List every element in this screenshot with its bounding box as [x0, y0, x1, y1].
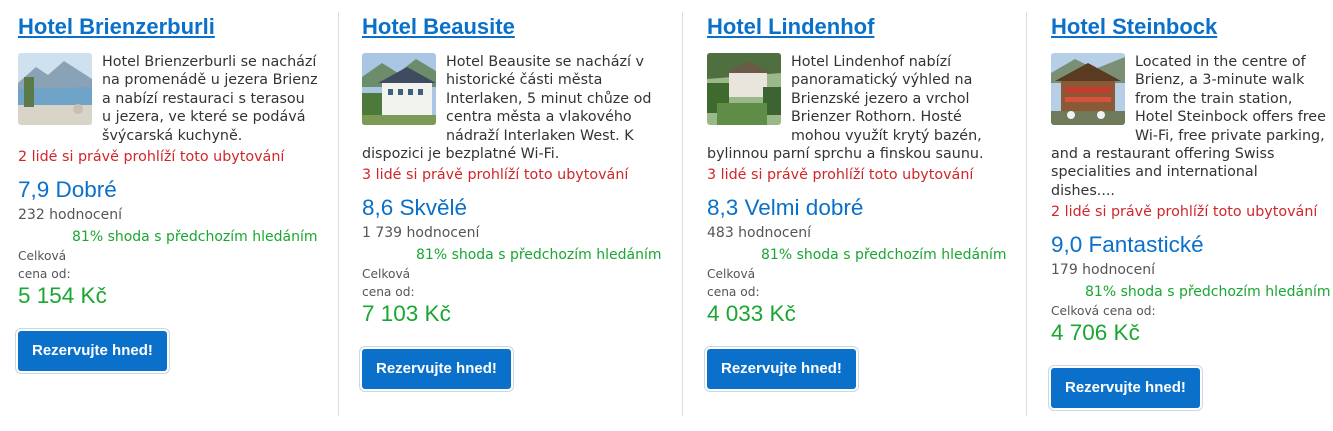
review-score: 7,9 Dobré [18, 177, 117, 203]
review-score: 9,0 Fantastické [1051, 232, 1204, 258]
hotel-title-link[interactable]: Hotel Lindenhof [707, 14, 874, 40]
hotel-thumbnail[interactable] [1051, 53, 1125, 125]
price-label: Celková cena od: [362, 267, 415, 300]
book-now-button[interactable]: Rezervujte hned! [1051, 368, 1200, 409]
price-value: 7 103 Kč [362, 301, 451, 327]
card-divider [338, 12, 339, 416]
viewers-notice: 2 lidé si právě prohlíží toto ubytování [1051, 204, 1318, 221]
review-count: 179 hodnocení [1051, 262, 1156, 279]
price-value: 4 706 Kč [1051, 320, 1140, 346]
book-now-button[interactable]: Rezervujte hned! [362, 349, 511, 390]
review-score: 8,6 Skvělé [362, 195, 468, 221]
book-now-button[interactable]: Rezervujte hned! [707, 349, 856, 390]
review-score: 8,3 Velmi dobré [707, 195, 864, 221]
hotel-thumbnail[interactable] [362, 53, 436, 125]
search-match: 81% shoda s předchozím hledáním [761, 247, 1007, 264]
book-now-button[interactable]: Rezervujte hned! [18, 331, 167, 372]
price-value: 4 033 Kč [707, 301, 796, 327]
review-count: 1 739 hodnocení [362, 225, 480, 242]
hotel-thumbnail[interactable] [707, 53, 781, 125]
search-match: 81% shoda s předchozím hledáním [416, 247, 662, 264]
hotel-card-lindenhof: Hotel Lindenhof Hotel Lindenhof nabízí p… [707, 0, 1007, 431]
viewers-notice: 3 lidé si právě prohlíží toto ubytování [707, 167, 974, 184]
price-value: 5 154 Kč [18, 283, 107, 309]
hotel-card-brienzerburli: Hotel Brienzerburli Hotel Brienzerburli … [18, 0, 318, 431]
hotel-card-steinbock: Hotel Steinbock Located in the centre of… [1051, 0, 1331, 431]
card-divider [1026, 12, 1027, 416]
hotel-title-link[interactable]: Hotel Beausite [362, 14, 515, 40]
card-divider [682, 12, 683, 416]
viewers-notice: 2 lidé si právě prohlíží toto ubytování [18, 149, 285, 166]
review-count: 232 hodnocení [18, 207, 123, 224]
search-match: 81% shoda s předchozím hledáním [72, 229, 318, 246]
review-count: 483 hodnocení [707, 225, 812, 242]
hotel-title-link[interactable]: Hotel Brienzerburli [18, 14, 215, 40]
viewers-notice: 3 lidé si právě prohlíží toto ubytování [362, 167, 629, 184]
search-match: 81% shoda s předchozím hledáním [1085, 284, 1331, 301]
hotel-thumbnail[interactable] [18, 53, 92, 125]
hotel-card-beausite: Hotel Beausite Hotel Beausite se nachází… [362, 0, 662, 431]
price-label: Celková cena od: [707, 267, 760, 300]
price-label: Celková cena od: [1051, 304, 1156, 319]
hotel-title-link[interactable]: Hotel Steinbock [1051, 14, 1217, 40]
price-label: Celková cena od: [18, 249, 71, 282]
